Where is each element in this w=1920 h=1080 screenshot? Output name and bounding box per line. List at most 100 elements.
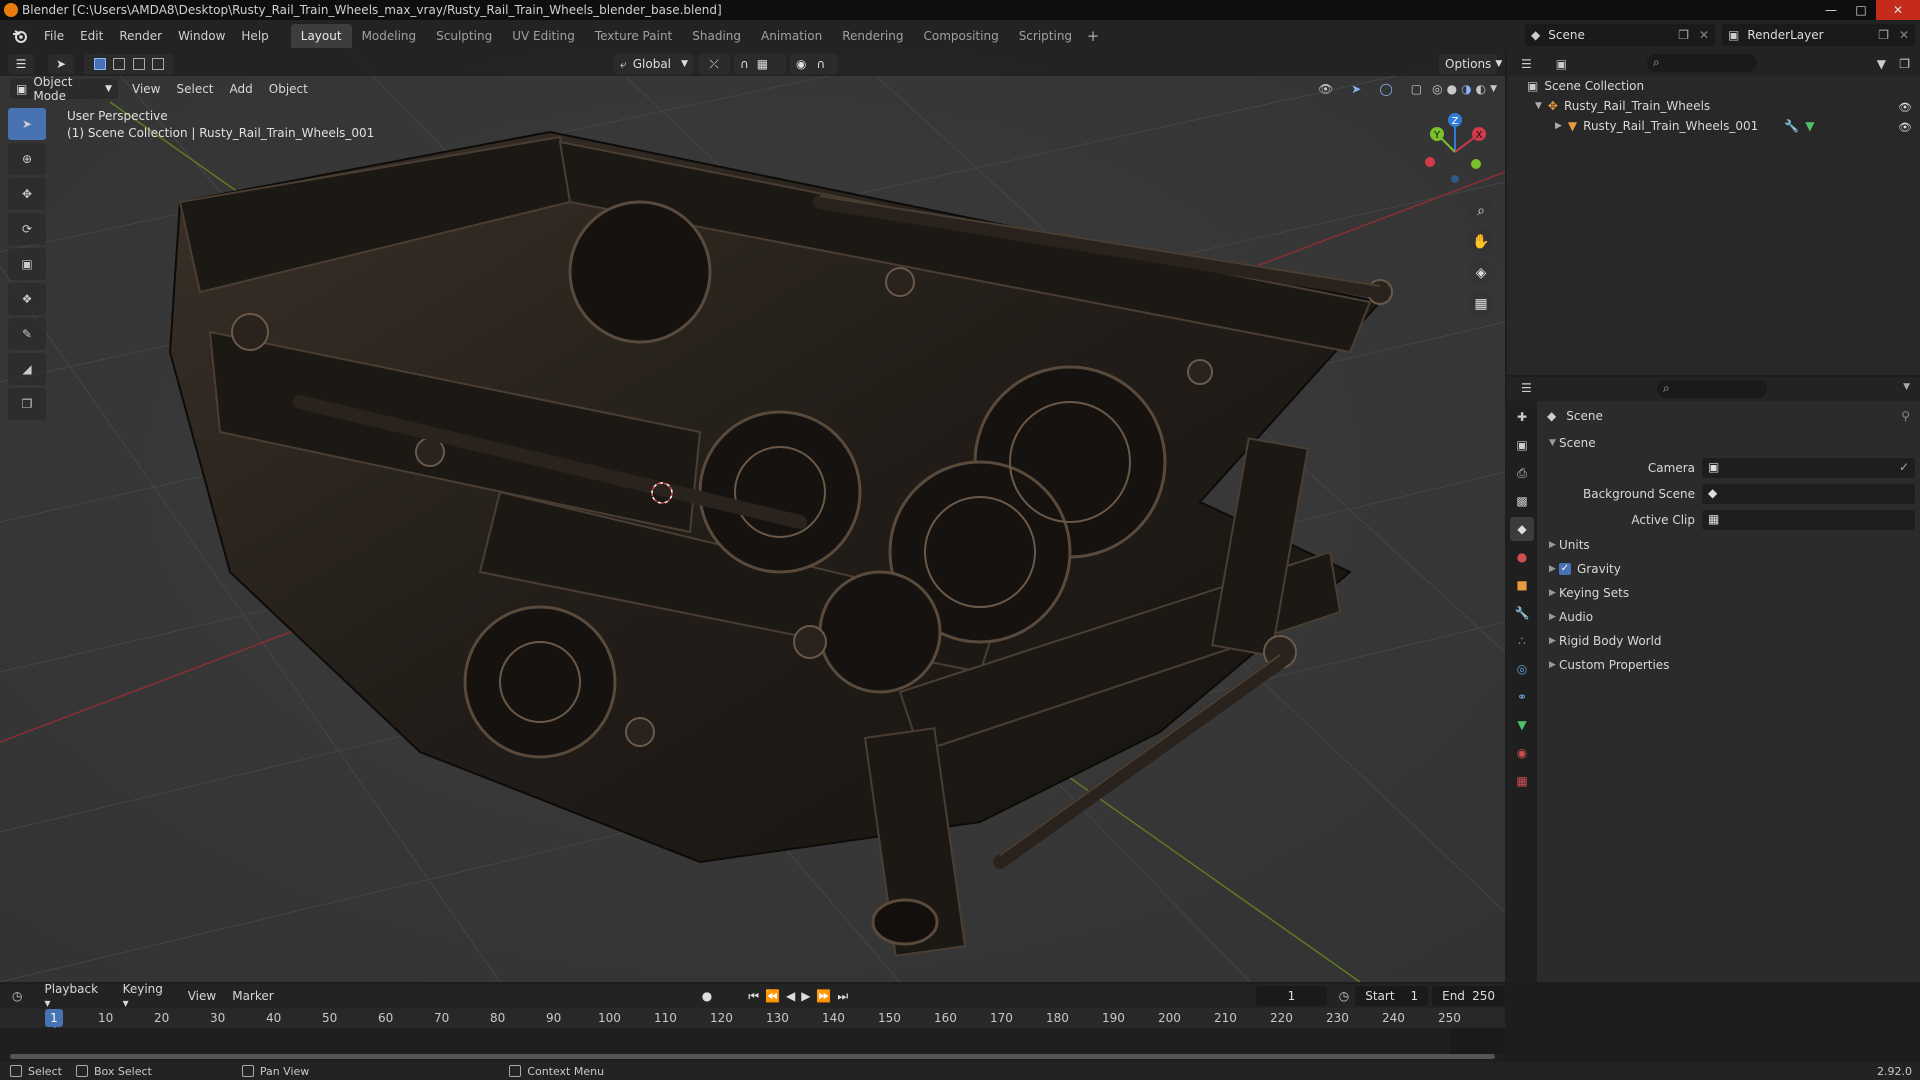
end-frame-field[interactable]: End 250 — [1432, 986, 1506, 1006]
xray-toggle-icon[interactable]: ▢ — [1411, 82, 1422, 96]
render-tab-icon[interactable]: ▣ — [1510, 433, 1534, 457]
play-reverse-icon[interactable]: ◀ — [786, 989, 795, 1003]
pin-icon[interactable]: ⚲ — [1901, 409, 1910, 423]
start-frame-field[interactable]: Start 1 — [1355, 986, 1429, 1006]
object-mode-dropdown[interactable]: ▣ Object Mode ▼ — [10, 75, 118, 103]
tab-layout[interactable]: Layout — [290, 24, 352, 48]
properties-search-input[interactable]: ⌕ — [1657, 380, 1767, 398]
camera-view-icon[interactable]: ◈ — [1468, 260, 1494, 286]
jump-keyframe-forward-icon[interactable]: ⏩ — [816, 989, 831, 1003]
constraints-tab-icon[interactable]: ⚭ — [1510, 685, 1534, 709]
keying-menu[interactable]: Keying ▾ — [115, 982, 180, 1010]
cursor-tool-icon[interactable]: ⊕ — [8, 143, 46, 175]
playhead[interactable]: 1 — [45, 1009, 63, 1027]
tab-compositing[interactable]: Compositing — [913, 24, 1008, 48]
marker-menu[interactable]: Marker — [224, 989, 281, 1003]
annotate-tool-icon[interactable]: ✎ — [8, 318, 46, 350]
transform-orientation-dropdown[interactable]: ⤶ Global ▼ — [614, 54, 694, 74]
preview-range-icon[interactable]: ◷ — [1339, 989, 1349, 1003]
renderlayer-selector[interactable]: ▣ RenderLayer ❐ ✕ — [1722, 24, 1915, 46]
tool-tab-icon[interactable]: ✚ — [1510, 405, 1534, 429]
view-layer-tab-icon[interactable]: ▩ — [1510, 489, 1534, 513]
units-panel-header[interactable]: ▶ Units — [1537, 533, 1920, 557]
wireframe-shading-icon[interactable]: ◎ — [1432, 82, 1442, 96]
zoom-icon[interactable]: ⌕ — [1468, 198, 1494, 224]
timeline-editor-type-icon[interactable]: ◷ — [12, 989, 22, 1003]
menu-file[interactable]: File — [36, 24, 72, 48]
scene-tab-icon[interactable]: ◆ — [1510, 517, 1534, 541]
pivot-point-icon[interactable]: ⤫ — [698, 54, 730, 74]
menu-window[interactable]: Window — [170, 24, 233, 48]
new-collection-icon[interactable]: ❐ — [1899, 57, 1910, 71]
viewport-menu-object[interactable]: Object — [261, 82, 316, 96]
close-icon[interactable]: ✕ — [1876, 0, 1920, 20]
scene-selector[interactable]: ◆ Scene ❐ ✕ — [1525, 24, 1715, 46]
display-mode-icon[interactable]: ▣ — [1556, 57, 1567, 71]
playback-menu[interactable]: Playback ▾ — [36, 982, 114, 1010]
audio-panel-header[interactable]: ▶ Audio — [1537, 605, 1920, 629]
proportional-editing-toggle[interactable]: ◉ ∩ — [790, 54, 838, 74]
options-dropdown[interactable]: Options ▼ — [1439, 54, 1502, 74]
shading-options-chevron-icon[interactable]: ▼ — [1490, 84, 1497, 94]
menu-render[interactable]: Render — [111, 24, 170, 48]
background-scene-field[interactable]: ◆ — [1702, 484, 1915, 504]
timeline-view-menu[interactable]: View — [180, 989, 224, 1003]
scale-tool-icon[interactable]: ▣ — [8, 248, 46, 280]
new-scene-icon[interactable]: ❐ — [1678, 28, 1689, 42]
menu-help[interactable]: Help — [233, 24, 276, 48]
active-clip-field[interactable]: ▦ — [1702, 510, 1915, 530]
output-tab-icon[interactable]: ⎙ — [1510, 461, 1534, 485]
3d-viewport[interactable]: ☰ ➤ ⤶ Global ▼ ⤫ ∩ ▦ ◉ ∩ Options ▼ ▣ Obj… — [0, 52, 1505, 982]
jump-keyframe-back-icon[interactable]: ⏪ — [765, 989, 780, 1003]
tweak-tool-icon[interactable]: ➤ — [48, 54, 74, 74]
visibility-eye-icon[interactable]: 👁 — [1898, 101, 1912, 114]
jump-start-icon[interactable]: ⏮ — [748, 989, 759, 1004]
select-extend-icon[interactable] — [113, 58, 126, 70]
material-tab-icon[interactable]: ◉ — [1510, 741, 1534, 765]
delete-renderlayer-icon[interactable]: ✕ — [1899, 28, 1909, 42]
scene-panel-header[interactable]: ▼ Scene — [1537, 431, 1920, 455]
select-invert-icon[interactable] — [152, 58, 165, 70]
tab-sculpting[interactable]: Sculpting — [426, 24, 502, 48]
expand-arrow-icon[interactable]: ▼ — [1535, 101, 1542, 111]
tab-texture-paint[interactable]: Texture Paint — [585, 24, 682, 48]
tab-scripting[interactable]: Scripting — [1009, 24, 1082, 48]
keying-sets-panel-header[interactable]: ▶ Keying Sets — [1537, 581, 1920, 605]
new-renderlayer-icon[interactable]: ❐ — [1878, 28, 1889, 42]
maximize-icon[interactable]: □ — [1846, 0, 1876, 20]
chevron-down-icon[interactable]: ▼ — [1903, 382, 1910, 392]
move-tool-icon[interactable]: ✥ — [8, 178, 46, 210]
outliner-editor-type-icon[interactable]: ☰ — [1521, 57, 1532, 71]
viewport-menu-add[interactable]: Add — [222, 82, 261, 96]
transform-tool-icon[interactable]: ❖ — [8, 283, 46, 315]
particles-tab-icon[interactable]: ∴ — [1510, 629, 1534, 653]
gizmo-toggle-icon[interactable]: ➤ — [1351, 82, 1361, 96]
viewport-menu-view[interactable]: View — [124, 82, 168, 96]
add-workspace-icon[interactable]: + — [1082, 24, 1104, 48]
data-tab-icon[interactable]: ▼ — [1510, 713, 1534, 737]
timeline-scrollbar[interactable] — [10, 1054, 1495, 1059]
add-cube-tool-icon[interactable]: ❐ — [8, 388, 46, 420]
tab-uv-editing[interactable]: UV Editing — [502, 24, 585, 48]
properties-editor-type-icon[interactable]: ☰ — [1521, 381, 1532, 395]
filter-icon[interactable]: ▼ — [1877, 57, 1886, 71]
editor-type-icon[interactable]: ☰ — [8, 54, 34, 74]
blender-logo-icon[interactable] — [10, 26, 30, 46]
gravity-panel-header[interactable]: ▶ ✓ Gravity — [1537, 557, 1920, 581]
physics-tab-icon[interactable]: ◎ — [1510, 657, 1534, 681]
navigation-gizmo[interactable]: Z Y X — [1415, 112, 1495, 192]
selection-mode-buttons[interactable] — [84, 54, 174, 74]
perspective-toggle-icon[interactable]: ▦ — [1468, 291, 1494, 317]
tab-modeling[interactable]: Modeling — [352, 24, 427, 48]
tab-rendering[interactable]: Rendering — [832, 24, 913, 48]
outliner-search-input[interactable]: ⌕ — [1647, 54, 1757, 72]
visibility-filter-icon[interactable]: 👁 — [1318, 82, 1333, 96]
custom-properties-panel-header[interactable]: ▶ Custom Properties — [1537, 653, 1920, 677]
rendered-shading-icon[interactable]: ◐ — [1476, 82, 1486, 96]
eyedropper-icon[interactable]: ✓ — [1899, 460, 1909, 474]
world-tab-icon[interactable]: ● — [1510, 545, 1534, 569]
viewport-menu-select[interactable]: Select — [168, 82, 221, 96]
tab-shading[interactable]: Shading — [682, 24, 751, 48]
overlay-toggle-icon[interactable]: ◯ — [1379, 82, 1392, 96]
outliner-item-scene-collection[interactable]: ▣ Scene Collection — [1507, 76, 1920, 96]
